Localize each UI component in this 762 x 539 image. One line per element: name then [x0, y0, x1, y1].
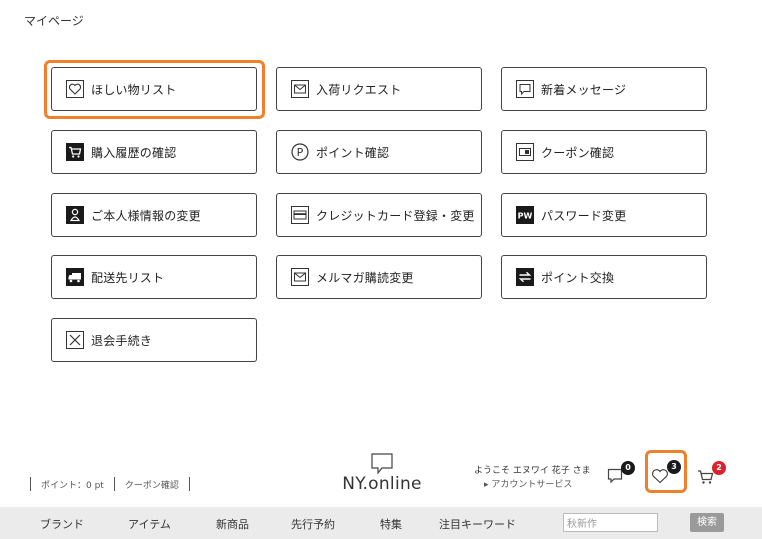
search-button[interactable]: 検索	[690, 513, 724, 532]
menu-label: パスワード変更	[541, 208, 627, 223]
person-icon	[65, 205, 85, 225]
favorites-count-badge: 3	[667, 460, 681, 474]
menu-button-messages[interactable]: 新着メッセージ	[501, 67, 707, 111]
nav-item-features[interactable]: 特集	[380, 516, 402, 532]
cart-icon	[65, 142, 85, 162]
credit-card-icon	[290, 205, 310, 225]
menu-button-coupons[interactable]: クーポン確認	[501, 130, 707, 174]
nav-item-items[interactable]: アイテム	[128, 516, 171, 532]
points-text: ポイント：0 pt	[41, 480, 104, 491]
menu-label: ポイント確認	[316, 145, 390, 160]
divider	[188, 477, 190, 491]
account-service-link[interactable]: ▸ アカウントサービス	[484, 477, 572, 490]
menu-label: クーポン確認	[541, 145, 615, 160]
speech-bubble-icon	[515, 79, 535, 99]
divider	[30, 477, 31, 491]
close-x-icon	[65, 330, 85, 350]
nav-item-keywords[interactable]: 注目キーワード	[439, 516, 516, 532]
menu-label: ほしい物リスト	[91, 82, 177, 97]
messages-count-badge: 0	[621, 461, 635, 475]
logo-text: NY.online	[342, 474, 422, 494]
menu-label: 新着メッセージ	[541, 82, 627, 97]
menu-button-newsletter[interactable]: メルマガ購読変更	[276, 255, 482, 299]
nav-item-brand[interactable]: ブランド	[40, 516, 84, 532]
menu-button-wishlist[interactable]: ほしい物リスト	[51, 67, 257, 111]
menu-button-restock[interactable]: 入荷リクエスト	[276, 67, 482, 111]
divider	[113, 477, 115, 491]
menu-button-history[interactable]: 購入履歴の確認	[51, 130, 257, 174]
cart-count-badge: 2	[712, 461, 726, 475]
account-summary: ポイント：0 pt クーポン確認	[30, 477, 200, 491]
menu-button-withdraw[interactable]: 退会手続き	[51, 318, 257, 362]
envelope-icon	[290, 79, 310, 99]
logo-bubble-icon	[371, 453, 393, 474]
menu-button-credit-card[interactable]: クレジットカード登録・変更	[276, 193, 482, 237]
menu-button-profile[interactable]: ご本人様情報の変更	[51, 193, 257, 237]
welcome-text: ようこそ エヌワイ 花子 さま	[474, 466, 591, 476]
coupon-link[interactable]: クーポン確認	[125, 478, 179, 491]
heart-icon	[651, 469, 669, 484]
menu-button-points[interactable]: P ポイント確認	[276, 130, 482, 174]
menu-label: ご本人様情報の変更	[91, 208, 201, 223]
favorites-button[interactable]	[651, 468, 669, 488]
menu-label: メルマガ購読変更	[316, 270, 414, 285]
menu-button-password[interactable]: PW パスワード変更	[501, 193, 707, 237]
menu-label: クレジットカード登録・変更	[316, 208, 475, 223]
search-input[interactable]	[563, 513, 658, 532]
exchange-arrows-icon	[515, 267, 535, 287]
menu-label: 配送先リスト	[91, 270, 165, 285]
coupon-icon	[515, 142, 535, 162]
points-p-icon: P	[290, 142, 310, 162]
truck-icon	[65, 267, 85, 287]
messages-button[interactable]	[607, 468, 623, 488]
menu-label: ポイント交換	[541, 270, 615, 285]
heart-icon	[65, 79, 85, 99]
page-title: マイページ	[24, 14, 84, 28]
nav-item-new-products[interactable]: 新商品	[216, 516, 249, 532]
nav-item-preorder[interactable]: 先行予約	[291, 516, 335, 532]
password-pw-icon: PW	[515, 205, 535, 225]
menu-button-address[interactable]: 配送先リスト	[51, 255, 257, 299]
svg-text:P: P	[297, 146, 304, 159]
menu-label: 入荷リクエスト	[316, 82, 402, 97]
envelope-icon	[290, 267, 310, 287]
global-nav: ブランド アイテム 新商品 先行予約 特集 注目キーワード 検索	[0, 507, 762, 539]
site-logo[interactable]: NY.online	[340, 453, 424, 494]
menu-label: 退会手続き	[91, 333, 153, 348]
svg-text:PW: PW	[518, 212, 533, 221]
menu-button-point-exchange[interactable]: ポイント交換	[501, 255, 707, 299]
menu-label: 購入履歴の確認	[91, 145, 177, 160]
